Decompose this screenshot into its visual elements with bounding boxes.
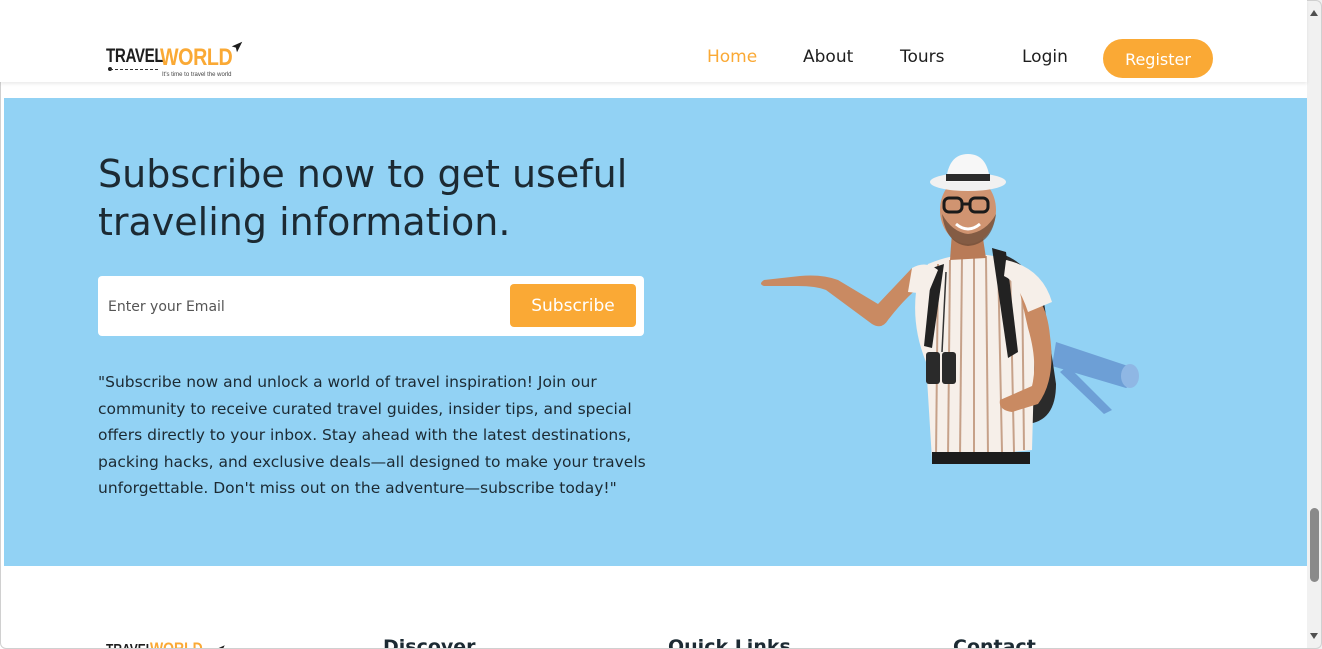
scroll-up-arrow-icon[interactable] (1310, 10, 1318, 16)
register-button[interactable]: Register (1103, 39, 1213, 78)
plane-icon (231, 41, 243, 53)
logo-text-travel: TRAVEL (106, 46, 164, 67)
newsletter-description: "Subscribe now and unlock a world of tra… (98, 373, 646, 497)
traveler-illustration (761, 154, 1139, 464)
plane-icon (217, 645, 225, 649)
login-link[interactable]: Login (1022, 47, 1068, 67)
brand-logo[interactable]: TRAVEL WORLD It's time to travel the wor… (104, 40, 252, 84)
footer-heading-quick-links: Quick Links (668, 636, 791, 649)
footer-heading-contact: Contact (953, 636, 1036, 649)
email-input[interactable] (106, 290, 500, 324)
nav-home-link[interactable]: Home (707, 47, 757, 67)
newsletter-title: Subscribe now to get useful traveling in… (98, 152, 628, 244)
nav-tours-link[interactable]: Tours (900, 47, 945, 67)
newsletter-form: Subscribe (98, 276, 644, 336)
newsletter-section: Subscribe now to get useful traveling in… (4, 98, 1307, 566)
rolled-mat (1052, 342, 1139, 414)
nav-about-link[interactable]: About (803, 47, 853, 67)
site-footer: TRAVEL WORLD Discover Quick Links Contac… (4, 566, 1307, 649)
scroll-down-arrow-icon[interactable] (1310, 633, 1318, 639)
footer-logo[interactable]: TRAVEL WORLD (104, 638, 234, 649)
logo-text-world: WORLD (160, 44, 233, 71)
subscribe-button[interactable]: Subscribe (510, 284, 636, 327)
scroll-thumb[interactable] (1310, 508, 1319, 582)
footer-heading-discover: Discover (383, 636, 476, 649)
site-header: TRAVEL WORLD It's time to travel the wor… (0, 0, 1307, 82)
vertical-scrollbar[interactable] (1307, 0, 1322, 649)
extended-arm (761, 268, 926, 327)
footer-logo-text-travel: TRAVEL (106, 641, 153, 649)
page-viewport: TRAVEL WORLD It's time to travel the wor… (0, 0, 1322, 649)
footer-logo-text-world: WORLD (150, 639, 203, 649)
pants (932, 452, 1030, 464)
logo-tagline: It's time to travel the world (162, 72, 232, 78)
hat (930, 154, 1006, 191)
logo-path-line (110, 69, 158, 70)
